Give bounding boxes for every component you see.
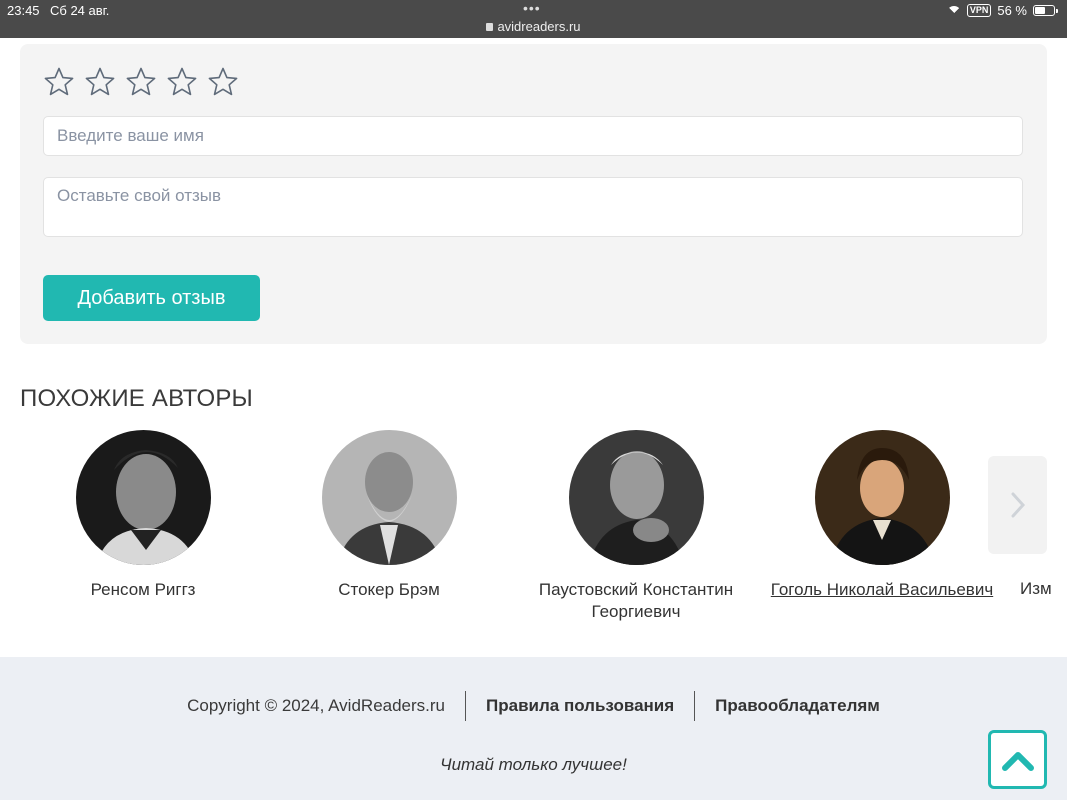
rating-star-icon[interactable]: [84, 66, 116, 98]
review-textarea[interactable]: [43, 177, 1023, 237]
lock-icon: [486, 23, 494, 31]
author-photo-image: [321, 430, 457, 565]
rating-star-icon[interactable]: [166, 66, 198, 98]
author-photo-image: [75, 430, 211, 565]
name-input[interactable]: [43, 116, 1023, 156]
author-photo[interactable]: [321, 430, 457, 565]
carousel-next-button[interactable]: [988, 456, 1047, 554]
author-card[interactable]: Паустовский Константин Георгиевич: [516, 430, 756, 623]
status-date: Сб 24 авг.: [50, 3, 110, 18]
author-photo[interactable]: [568, 430, 704, 565]
status-time: 23:45: [7, 3, 40, 18]
author-photo[interactable]: [814, 430, 950, 565]
author-name[interactable]: Гоголь Николай Васильевич: [762, 579, 1002, 601]
copyright-text: Copyright © 2024, AvidReaders.ru: [187, 696, 446, 715]
url-text: avidreaders.ru: [497, 19, 581, 34]
similar-authors-title: ПОХОЖИЕ АВТОРЫ: [20, 385, 253, 412]
battery-icon: [1033, 5, 1058, 16]
rating-star-icon[interactable]: [43, 66, 75, 98]
rights-holders-link[interactable]: Правообладателям: [695, 691, 900, 721]
multitasking-dots-icon[interactable]: •••: [523, 0, 541, 16]
footer-slogan: Читай только лучшее!: [440, 755, 627, 774]
author-card[interactable]: Гоголь Николай Васильевич: [762, 430, 1002, 601]
author-card[interactable]: Ренсом Риггз: [23, 430, 263, 601]
chevron-right-icon: [1011, 492, 1025, 518]
terms-link[interactable]: Правила пользования: [466, 691, 694, 721]
address-bar[interactable]: avidreaders.ru: [0, 19, 1067, 34]
status-bar: 23:45 Сб 24 авг. ••• avidreaders.ru VPN …: [0, 0, 1067, 38]
author-name[interactable]: Стокер Брэм: [269, 579, 509, 601]
add-review-button[interactable]: Добавить отзыв: [43, 275, 260, 321]
scroll-to-top-button[interactable]: [988, 730, 1047, 789]
battery-fill: [1035, 7, 1045, 14]
status-indicators: VPN 56 %: [946, 3, 1058, 20]
author-photo[interactable]: [75, 430, 211, 565]
footer: Copyright © 2024, AvidReaders.ru Правила…: [0, 657, 1067, 800]
author-name[interactable]: Паустовский Константин Георгиевич: [516, 579, 756, 623]
author-card[interactable]: Стокер Брэм: [269, 430, 509, 601]
wifi-icon: [946, 5, 961, 20]
rating-star-icon[interactable]: [207, 66, 239, 98]
author-photo-image: [814, 430, 950, 565]
battery-percent: 56 %: [997, 3, 1027, 18]
author-name[interactable]: Ренсом Риггз: [23, 579, 263, 601]
rating-stars: [43, 66, 239, 98]
author-photo-image: [568, 430, 704, 565]
vpn-badge: VPN: [966, 4, 992, 17]
chevron-up-icon: [1001, 751, 1034, 771]
author-name-partial[interactable]: Изм: [1020, 579, 1067, 599]
rating-star-icon[interactable]: [125, 66, 157, 98]
footer-links: Copyright © 2024, AvidReaders.ru Правила…: [0, 691, 1067, 721]
